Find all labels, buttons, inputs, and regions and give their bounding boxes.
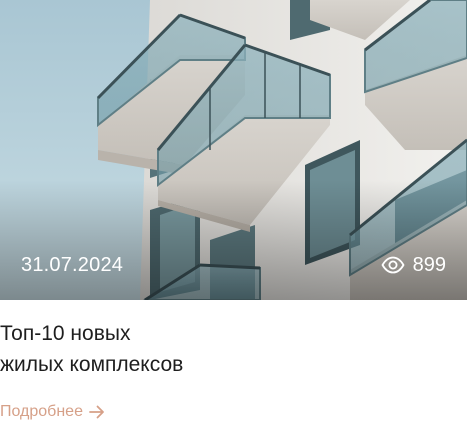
- news-card[interactable]: 31.07.2024 899 Топ-10 новых жилых компле…: [0, 0, 467, 426]
- views-count: 899: [412, 254, 446, 276]
- card-title-line-1: Топ-10 новых: [0, 322, 131, 345]
- card-title-line-2: жилых комплексов: [0, 353, 184, 376]
- card-title[interactable]: Топ-10 новых жилых комплексов: [0, 318, 440, 380]
- arrow-right-icon: [89, 405, 104, 419]
- publish-date: 31.07.2024: [21, 254, 124, 276]
- read-more-link[interactable]: Подробнее: [0, 402, 105, 422]
- eye-icon: [381, 256, 405, 274]
- read-more-label: Подробнее: [0, 403, 83, 420]
- views-counter: 899: [381, 252, 446, 278]
- card-image[interactable]: 31.07.2024 899: [0, 0, 467, 300]
